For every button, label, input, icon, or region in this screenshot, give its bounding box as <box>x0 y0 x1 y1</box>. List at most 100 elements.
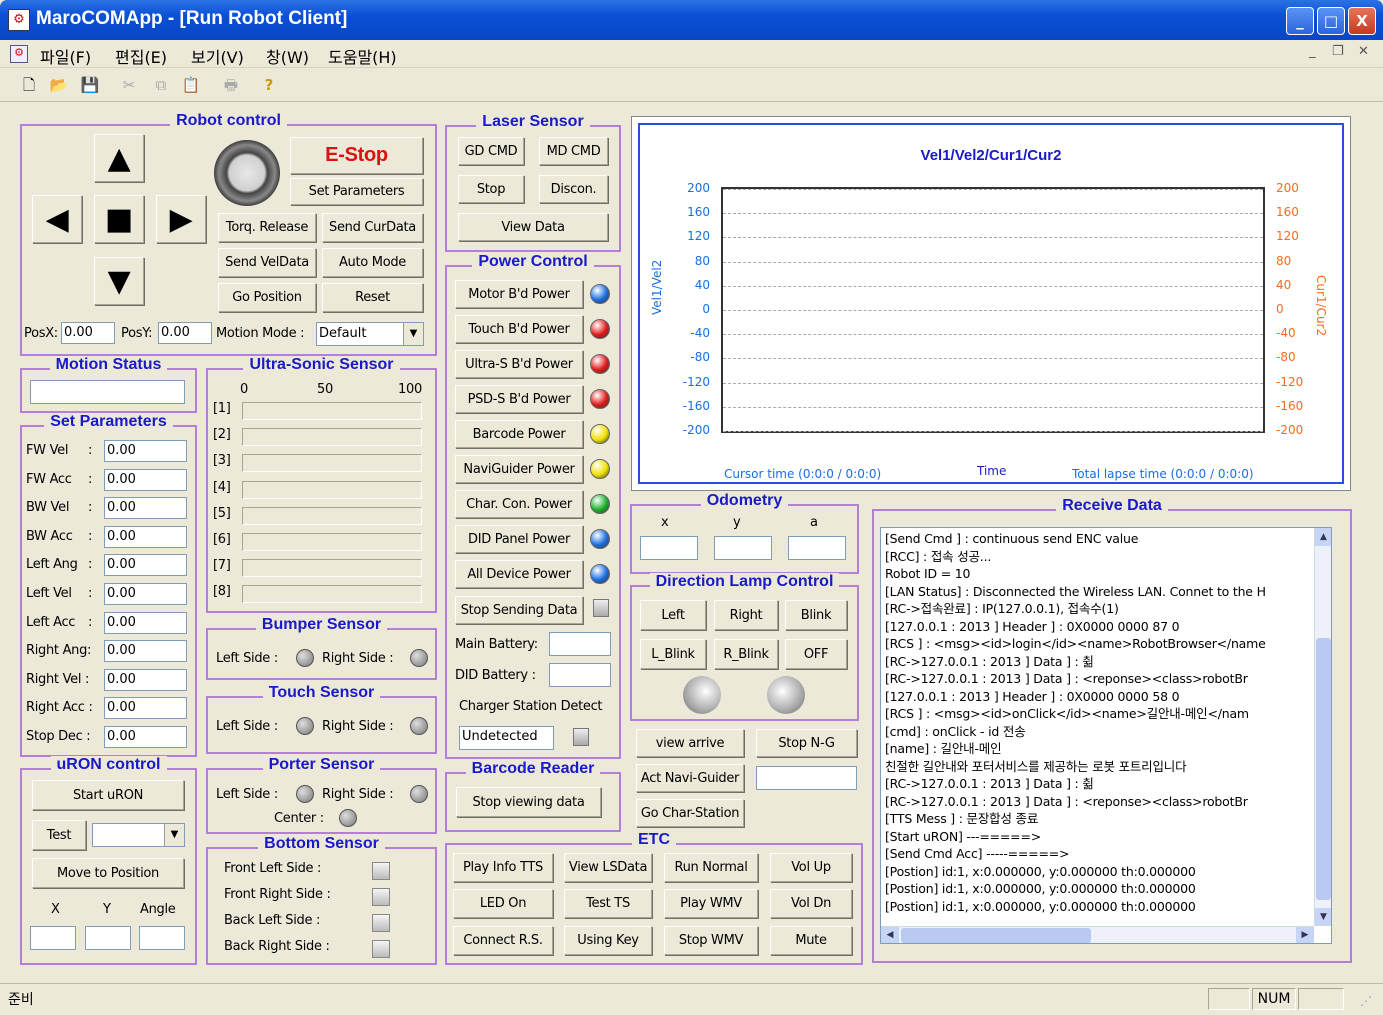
motion-mode-select[interactable]: Default ▼ <box>316 322 424 346</box>
view-data-button[interactable]: View Data <box>458 213 608 241</box>
laser-discon-button[interactable]: Discon. <box>539 175 608 203</box>
etc-button[interactable]: Using Key <box>564 926 652 955</box>
estop-knob-icon[interactable] <box>214 140 280 206</box>
move-right-button[interactable]: ▶ <box>156 195 206 243</box>
send-veldata-button[interactable]: Send VelData <box>218 248 316 277</box>
go-char-station-button[interactable]: Go Char-Station <box>636 799 744 827</box>
menu-edit[interactable]: 편집(E) <box>115 44 167 68</box>
power-button[interactable]: All Device Power <box>455 560 583 588</box>
etc-button[interactable]: Run Normal <box>664 853 758 882</box>
view-arrive-button[interactable]: view arrive <box>636 729 744 757</box>
resize-grip-icon[interactable]: ⋰ <box>1360 994 1372 1008</box>
scroll-right-icon[interactable]: ▶ <box>1296 927 1314 943</box>
move-down-button[interactable]: ▼ <box>94 257 144 305</box>
cut-icon[interactable]: ✂ <box>118 74 140 96</box>
move-up-button[interactable]: ▲ <box>94 134 144 182</box>
chevron-down-icon[interactable]: ▼ <box>403 323 423 345</box>
receive-data-list[interactable]: [Send Cmd ] : continuous send ENC value … <box>880 527 1332 944</box>
uron-y-field[interactable] <box>85 926 131 950</box>
auto-mode-button[interactable]: Auto Mode <box>322 248 423 277</box>
scroll-up-icon[interactable]: ▲ <box>1315 528 1331 546</box>
gd-cmd-button[interactable]: GD CMD <box>458 137 524 165</box>
etc-button[interactable]: Connect R.S. <box>453 926 553 955</box>
menu-view[interactable]: 보기(V) <box>191 44 244 68</box>
odometry-y-field[interactable] <box>714 536 772 560</box>
act-navi-guider-button[interactable]: Act Navi-Guider <box>636 764 744 792</box>
uron-x-field[interactable] <box>30 926 76 950</box>
set-parameters-button[interactable]: Set Parameters <box>290 178 423 205</box>
odometry-x-field[interactable] <box>640 536 698 560</box>
doc-icon[interactable]: ⚙ <box>10 45 28 63</box>
motion-status-field[interactable] <box>30 380 185 404</box>
param-field[interactable]: 0.00 <box>104 697 187 720</box>
chevron-down-icon[interactable]: ▼ <box>164 824 184 846</box>
etc-button[interactable]: LED On <box>453 889 553 918</box>
new-file-icon[interactable]: 🗋 <box>18 74 40 96</box>
etc-button[interactable]: Vol Dn <box>770 889 852 918</box>
etc-button[interactable]: Test TS <box>564 889 652 918</box>
test-button[interactable]: Test <box>32 820 86 850</box>
menu-file[interactable]: 파일(F) <box>40 44 91 68</box>
horizontal-scroll-thumb[interactable] <box>901 928 1091 943</box>
maximize-button[interactable]: □ <box>1317 7 1345 35</box>
etc-button[interactable]: Play WMV <box>664 889 758 918</box>
param-field[interactable]: 0.00 <box>104 440 187 462</box>
menu-help[interactable]: 도움말(H) <box>328 44 397 68</box>
uron-angle-field[interactable] <box>139 926 185 950</box>
reset-button[interactable]: Reset <box>322 283 423 312</box>
posx-field[interactable]: 0.00 <box>61 322 115 344</box>
lamp-blink-button[interactable]: Blink <box>785 600 847 630</box>
torq-release-button[interactable]: Torq. Release <box>218 213 316 242</box>
horizontal-scrollbar[interactable]: ◀ ▶ <box>881 926 1314 943</box>
mdi-minimize-icon[interactable]: _ <box>1309 44 1316 59</box>
test-select[interactable]: ▼ <box>92 823 185 847</box>
param-field[interactable]: 0.00 <box>104 726 187 748</box>
copy-icon[interactable]: ⧉ <box>150 74 172 96</box>
mdi-restore-icon[interactable]: ❐ <box>1332 44 1344 59</box>
power-button[interactable]: Ultra-S B'd Power <box>455 350 583 378</box>
param-field[interactable]: 0.00 <box>104 668 187 691</box>
lamp-right-button[interactable]: Right <box>714 600 778 630</box>
minimize-button[interactable]: _ <box>1286 7 1314 35</box>
estop-button[interactable]: E-Stop <box>290 137 423 174</box>
param-field[interactable]: 0.00 <box>104 640 187 663</box>
send-curdata-button[interactable]: Send CurData <box>322 213 423 242</box>
etc-button[interactable]: Stop WMV <box>664 926 758 955</box>
laser-stop-button[interactable]: Stop <box>458 175 524 203</box>
power-button[interactable]: Barcode Power <box>455 420 583 448</box>
mdi-close-icon[interactable]: ✕ <box>1358 44 1369 59</box>
save-icon[interactable]: 💾 <box>79 74 101 96</box>
help-icon[interactable]: ? <box>258 74 280 96</box>
power-button[interactable]: DID Panel Power <box>455 525 583 553</box>
lamp-left-button[interactable]: Left <box>640 600 706 630</box>
move-to-position-button[interactable]: Move to Position <box>32 858 184 888</box>
charger-station-field[interactable]: Undetected <box>459 726 554 750</box>
title-bar[interactable]: ⚙ MaroCOMApp - [Run Robot Client] _ □ X <box>0 0 1383 40</box>
paste-icon[interactable]: 📋 <box>180 74 202 96</box>
menu-window[interactable]: 창(W) <box>266 44 309 68</box>
vertical-scroll-thumb[interactable] <box>1316 638 1331 900</box>
etc-button[interactable]: View LSData <box>564 853 652 882</box>
power-button[interactable]: Touch B'd Power <box>455 315 583 343</box>
md-cmd-button[interactable]: MD CMD <box>539 137 608 165</box>
lamp-rblink-button[interactable]: R_Blink <box>714 639 778 669</box>
start-uron-button[interactable]: Start uRON <box>32 780 184 810</box>
param-field[interactable]: 0.00 <box>104 583 187 605</box>
move-left-button[interactable]: ◀ <box>32 195 82 243</box>
scroll-left-icon[interactable]: ◀ <box>881 927 899 943</box>
etc-button[interactable]: Play Info TTS <box>453 853 553 882</box>
power-button[interactable]: NaviGuider Power <box>455 455 583 483</box>
param-field[interactable]: 0.00 <box>104 554 187 577</box>
power-button[interactable]: PSD-S B'd Power <box>455 385 583 413</box>
etc-button[interactable]: Vol Up <box>770 853 852 882</box>
stop-ng-button[interactable]: Stop N-G <box>756 729 857 757</box>
stop-sending-data-button[interactable]: Stop Sending Data <box>455 596 583 624</box>
lamp-lblink-button[interactable]: L_Blink <box>640 639 706 669</box>
vertical-scrollbar[interactable]: ▲ ▼ <box>1314 528 1331 926</box>
scroll-down-icon[interactable]: ▼ <box>1315 908 1331 926</box>
print-icon[interactable]: 🖶 <box>220 74 242 96</box>
go-position-button[interactable]: Go Position <box>218 283 316 312</box>
lamp-off-button[interactable]: OFF <box>785 639 847 669</box>
stop-button[interactable]: ■ <box>94 195 144 243</box>
stop-viewing-data-button[interactable]: Stop viewing data <box>456 787 601 817</box>
